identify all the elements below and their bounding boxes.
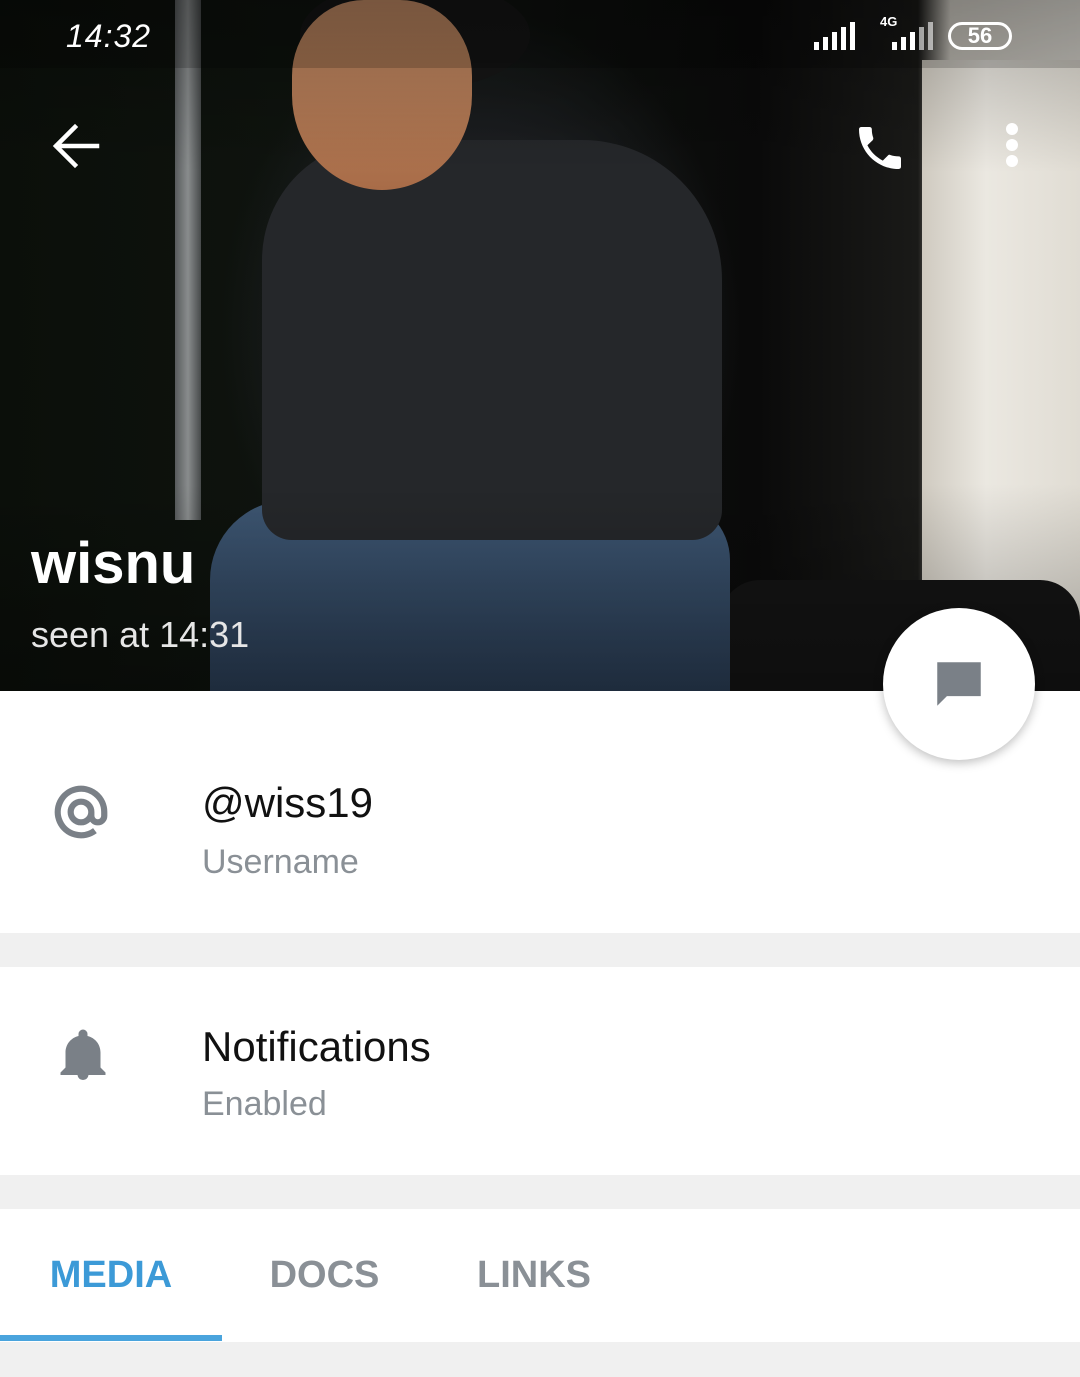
signal-icon-2 — [892, 22, 933, 50]
more-vertical-icon — [1006, 123, 1018, 167]
status-time: 14:32 — [66, 18, 152, 54]
battery-level: 56 — [967, 23, 993, 48]
back-button[interactable] — [40, 110, 112, 182]
at-sign-icon — [50, 781, 112, 848]
media-tabs: MEDIA DOCS LINKS — [0, 1209, 1080, 1342]
message-icon — [937, 662, 981, 706]
more-options-button[interactable] — [982, 110, 1042, 180]
tab-media[interactable]: MEDIA — [0, 1209, 222, 1342]
username-label: Username — [202, 843, 359, 881]
battery-icon: 56 — [948, 22, 1012, 50]
arrow-left-icon — [52, 123, 100, 169]
phone-icon — [859, 127, 901, 169]
signal-icon — [814, 22, 855, 50]
username-value: @wiss19 — [202, 779, 374, 826]
notifications-row[interactable]: Notifications Enabled — [0, 967, 1080, 1175]
bell-icon — [50, 1025, 116, 1090]
call-button[interactable] — [840, 108, 920, 188]
tab-indicator — [0, 1335, 222, 1341]
notifications-status: Enabled — [202, 1085, 327, 1123]
profile-header-photo[interactable]: 14:32 4G 56 wisnu seen at 14:31 — [0, 0, 1080, 691]
last-seen-status: seen at 14:31 — [31, 614, 250, 655]
notifications-title: Notifications — [202, 1023, 431, 1070]
status-bar: 14:32 4G 56 — [0, 0, 1080, 68]
tab-links[interactable]: LINKS — [427, 1209, 641, 1342]
send-message-button[interactable] — [883, 608, 1035, 760]
profile-name: wisnu — [31, 531, 196, 596]
tab-docs[interactable]: DOCS — [222, 1209, 427, 1342]
